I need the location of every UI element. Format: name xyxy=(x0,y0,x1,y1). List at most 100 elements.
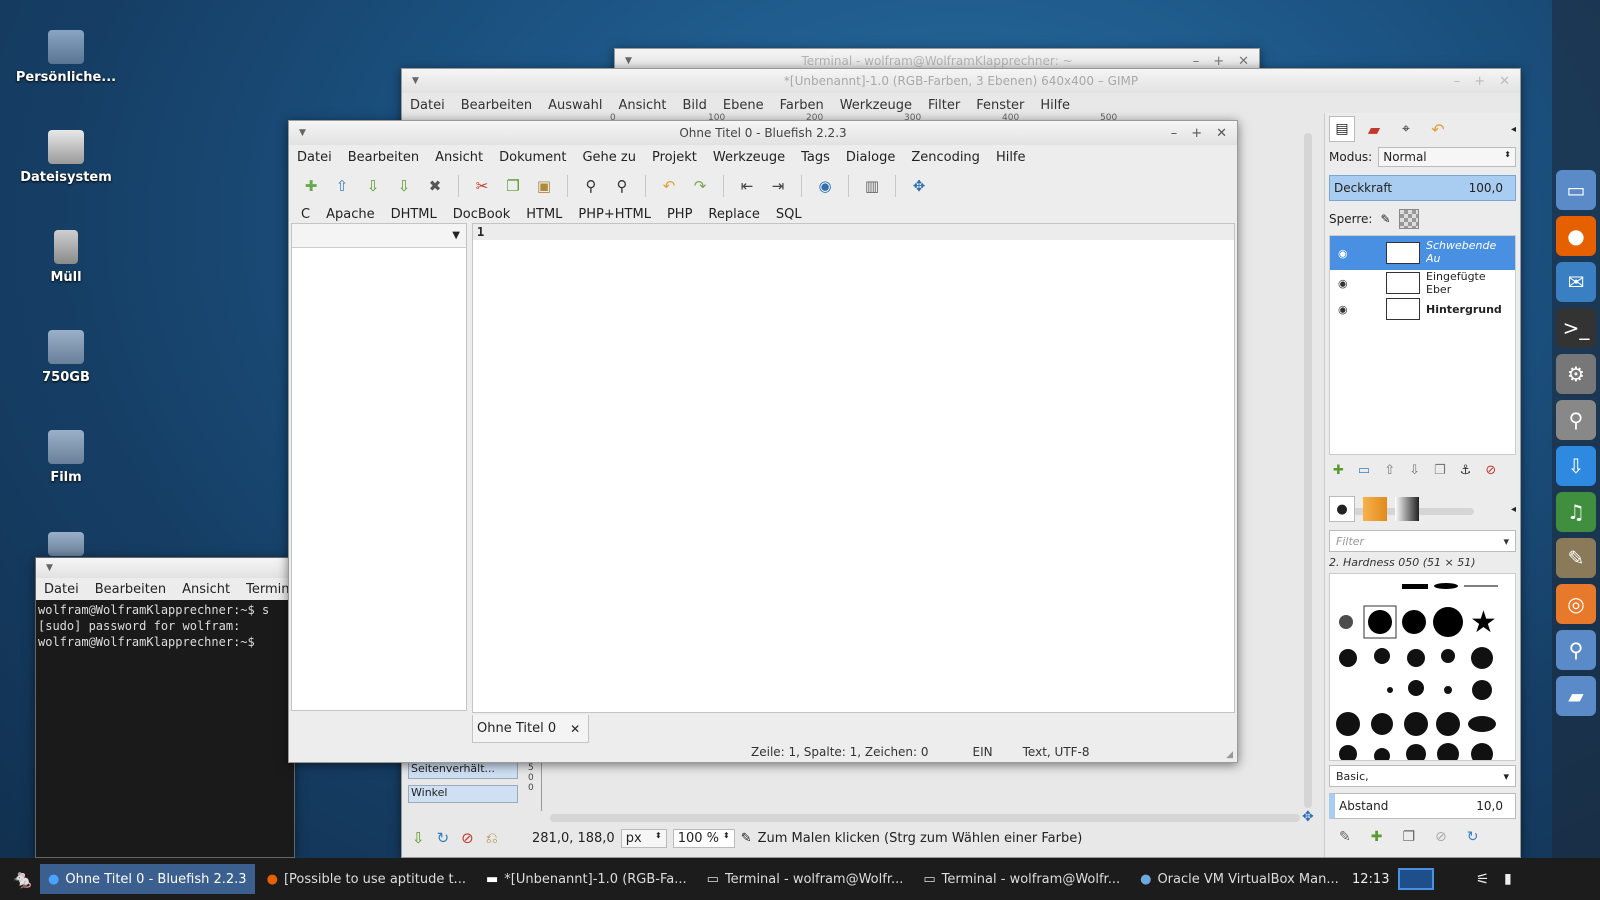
preview-browser-icon[interactable]: ◉ xyxy=(813,174,837,198)
tab-docbook[interactable]: DocBook xyxy=(453,207,510,222)
workspace-switcher-icon[interactable] xyxy=(1398,868,1434,890)
unindent-icon[interactable]: ⇤ xyxy=(735,174,759,198)
gimp-menu-werkzeuge[interactable]: Werkzeuge xyxy=(840,98,912,113)
terminal-window[interactable]: ▼ Datei Bearbeiten Ansicht Terminal wolfram… xyxy=(35,557,301,858)
settings-icon[interactable]: ⚙ xyxy=(1556,354,1596,394)
terminal-menu-bearbeiten[interactable]: Bearbeiten xyxy=(95,582,166,597)
zoom-select[interactable]: 100 % ⬍ xyxy=(672,829,735,848)
terminal-menu-datei[interactable]: Datei xyxy=(44,582,79,597)
find-replace-icon[interactable]: ⚲ xyxy=(610,174,634,198)
brush-filter[interactable]: Filter ▾ xyxy=(1329,530,1516,552)
desktop-icon[interactable]: 750GB xyxy=(10,330,122,385)
taskbar-task[interactable]: ● [Possible to use aptitude t... xyxy=(259,864,474,894)
open-file-icon[interactable]: ⇧ xyxy=(330,174,354,198)
display-icon[interactable]: ▭ xyxy=(1556,170,1596,210)
bluefish-menu-tags[interactable]: Tags xyxy=(801,150,830,165)
spacing-slider[interactable]: Abstand 10,0 xyxy=(1329,793,1516,819)
download-icon[interactable]: ⇩ xyxy=(1556,446,1596,486)
canvas-hscrollbar[interactable] xyxy=(550,814,1300,822)
taskbar-task[interactable]: ▭ Terminal - wolfram@Wolfr... xyxy=(915,864,1128,894)
resize-grip-icon[interactable]: ◢ xyxy=(1226,750,1233,760)
new-layer-icon[interactable]: ✚ xyxy=(1333,463,1344,478)
duplicate-brush-icon[interactable]: ❐ xyxy=(1402,829,1415,845)
battery-icon[interactable]: ▮ xyxy=(1504,871,1512,887)
firefox-icon[interactable]: ● xyxy=(1556,216,1596,256)
thunderbird-icon[interactable]: ✉ xyxy=(1556,262,1596,302)
dock-menu-icon[interactable]: ◂ xyxy=(1511,124,1516,135)
canvas-vscrollbar[interactable] xyxy=(1304,133,1312,808)
sidebar-select[interactable]: ▼ xyxy=(292,224,466,248)
gimp-menu-filter[interactable]: Filter xyxy=(928,98,960,113)
desktop-icon[interactable]: Film xyxy=(10,430,122,485)
close-icon[interactable]: ✕ xyxy=(1216,126,1227,141)
angle-label[interactable]: Winkel xyxy=(408,785,518,803)
dock-menu-icon[interactable]: ◂ xyxy=(1511,504,1516,515)
desktop-icon[interactable]: Dateisystem xyxy=(10,130,122,185)
tab-html[interactable]: HTML xyxy=(526,207,562,222)
gimp-menu-ebene[interactable]: Ebene xyxy=(723,98,764,113)
undo-history-tab-icon[interactable]: ↶ xyxy=(1425,116,1451,142)
tab-c[interactable]: C xyxy=(301,207,310,222)
wifi-icon[interactable]: ⚟ xyxy=(1476,870,1489,888)
layer-row[interactable]: ◉ Hintergrund xyxy=(1330,296,1515,322)
window-menu-icon[interactable]: ▼ xyxy=(412,76,419,86)
lower-layer-icon[interactable]: ⇩ xyxy=(1409,463,1420,478)
bluefish-menu-dokument[interactable]: Dokument xyxy=(499,150,566,165)
close-icon[interactable]: ✕ xyxy=(1238,54,1249,69)
music-icon[interactable]: ♫ xyxy=(1556,492,1596,532)
folder-icon[interactable]: ▰ xyxy=(1556,676,1596,716)
maximize-icon[interactable]: + xyxy=(1213,54,1224,69)
edit-brush-icon[interactable]: ✎ xyxy=(1339,829,1351,845)
gimp-menu-fenster[interactable]: Fenster xyxy=(976,98,1024,113)
visibility-eye-icon[interactable]: ◉ xyxy=(1338,247,1358,260)
gradients-tab-icon[interactable] xyxy=(1395,497,1419,521)
navigate-icon[interactable]: ✥ xyxy=(1302,809,1314,825)
raise-layer-icon[interactable]: ⇧ xyxy=(1384,463,1395,478)
undo-icon[interactable]: ↶ xyxy=(657,174,681,198)
minimize-icon[interactable]: – xyxy=(1454,74,1461,89)
lock-alpha-icon[interactable] xyxy=(1398,209,1419,229)
visibility-eye-icon[interactable]: ◉ xyxy=(1338,277,1358,290)
taskbar-task[interactable]: ▭ Terminal - wolfram@Wolfr... xyxy=(699,864,912,894)
unit-select[interactable]: px ⬍ xyxy=(620,829,667,848)
new-brush-icon[interactable]: ✚ xyxy=(1371,829,1383,845)
paths-tab-icon[interactable]: ⌖ xyxy=(1393,116,1419,142)
gimp-menu-bearbeiten[interactable]: Bearbeiten xyxy=(461,98,532,113)
terminal-menu-ansicht[interactable]: Ansicht xyxy=(182,582,230,597)
bluefish-menu-werkzeuge[interactable]: Werkzeuge xyxy=(713,150,785,165)
brush-preset-select[interactable]: Basic, ▾ xyxy=(1329,765,1516,787)
bluefish-menu-hilfe[interactable]: Hilfe xyxy=(996,150,1026,165)
gimp-menu-hilfe[interactable]: Hilfe xyxy=(1040,98,1070,113)
find-icon[interactable]: ⚲ xyxy=(579,174,603,198)
tab-php[interactable]: PHP xyxy=(667,207,692,222)
search-icon[interactable]: ⚲ xyxy=(1556,400,1596,440)
close-tab-icon[interactable]: ✕ xyxy=(570,722,580,736)
gimp-titlebar[interactable]: ▼ *[Unbenannt]-1.0 (RGB-Farben, 3 Ebenen… xyxy=(402,69,1520,93)
anchor-layer-icon[interactable]: ⚓ xyxy=(1460,463,1472,478)
window-menu-icon[interactable]: ▼ xyxy=(46,563,53,573)
taskbar-task[interactable]: ● Oracle VM VirtualBox Man... xyxy=(1132,864,1347,894)
gimp-icon[interactable]: ✎ xyxy=(1556,538,1596,578)
gimp-menu-datei[interactable]: Datei xyxy=(410,98,445,113)
visibility-eye-icon[interactable]: ◉ xyxy=(1338,303,1358,316)
indent-icon[interactable]: ⇥ xyxy=(766,174,790,198)
bluefish-menu-gehe-zu[interactable]: Gehe zu xyxy=(582,150,636,165)
tab-phphtml[interactable]: PHP+HTML xyxy=(578,207,651,222)
close-icon[interactable]: ✕ xyxy=(1499,74,1510,89)
gimp-menu-farben[interactable]: Farben xyxy=(780,98,824,113)
bluefish-menu-ansicht[interactable]: Ansicht xyxy=(435,150,483,165)
fullscreen-icon[interactable]: ✥ xyxy=(907,174,931,198)
editor-area[interactable]: 1 xyxy=(472,223,1235,713)
tab-apache[interactable]: Apache xyxy=(326,207,375,222)
layers-tab-icon[interactable]: ▤ xyxy=(1329,116,1355,142)
layer-row[interactable]: ◉ Schwebende Au (Eingefügte Ebe xyxy=(1330,236,1515,270)
save-tool-options-icon[interactable]: ⇩ xyxy=(412,829,425,847)
window-menu-icon[interactable]: ▼ xyxy=(299,128,306,138)
delete-brush-icon[interactable]: ⊘ xyxy=(1435,829,1447,845)
copy-icon[interactable]: ❐ xyxy=(501,174,525,198)
bluefish-menu-projekt[interactable]: Projekt xyxy=(652,150,697,165)
save-icon[interactable]: ⇩ xyxy=(361,174,385,198)
minimize-icon[interactable]: – xyxy=(1171,126,1178,141)
bluefish-menu-dialoge[interactable]: Dialoge xyxy=(846,150,895,165)
bluefish-menu-zencoding[interactable]: Zencoding xyxy=(911,150,980,165)
